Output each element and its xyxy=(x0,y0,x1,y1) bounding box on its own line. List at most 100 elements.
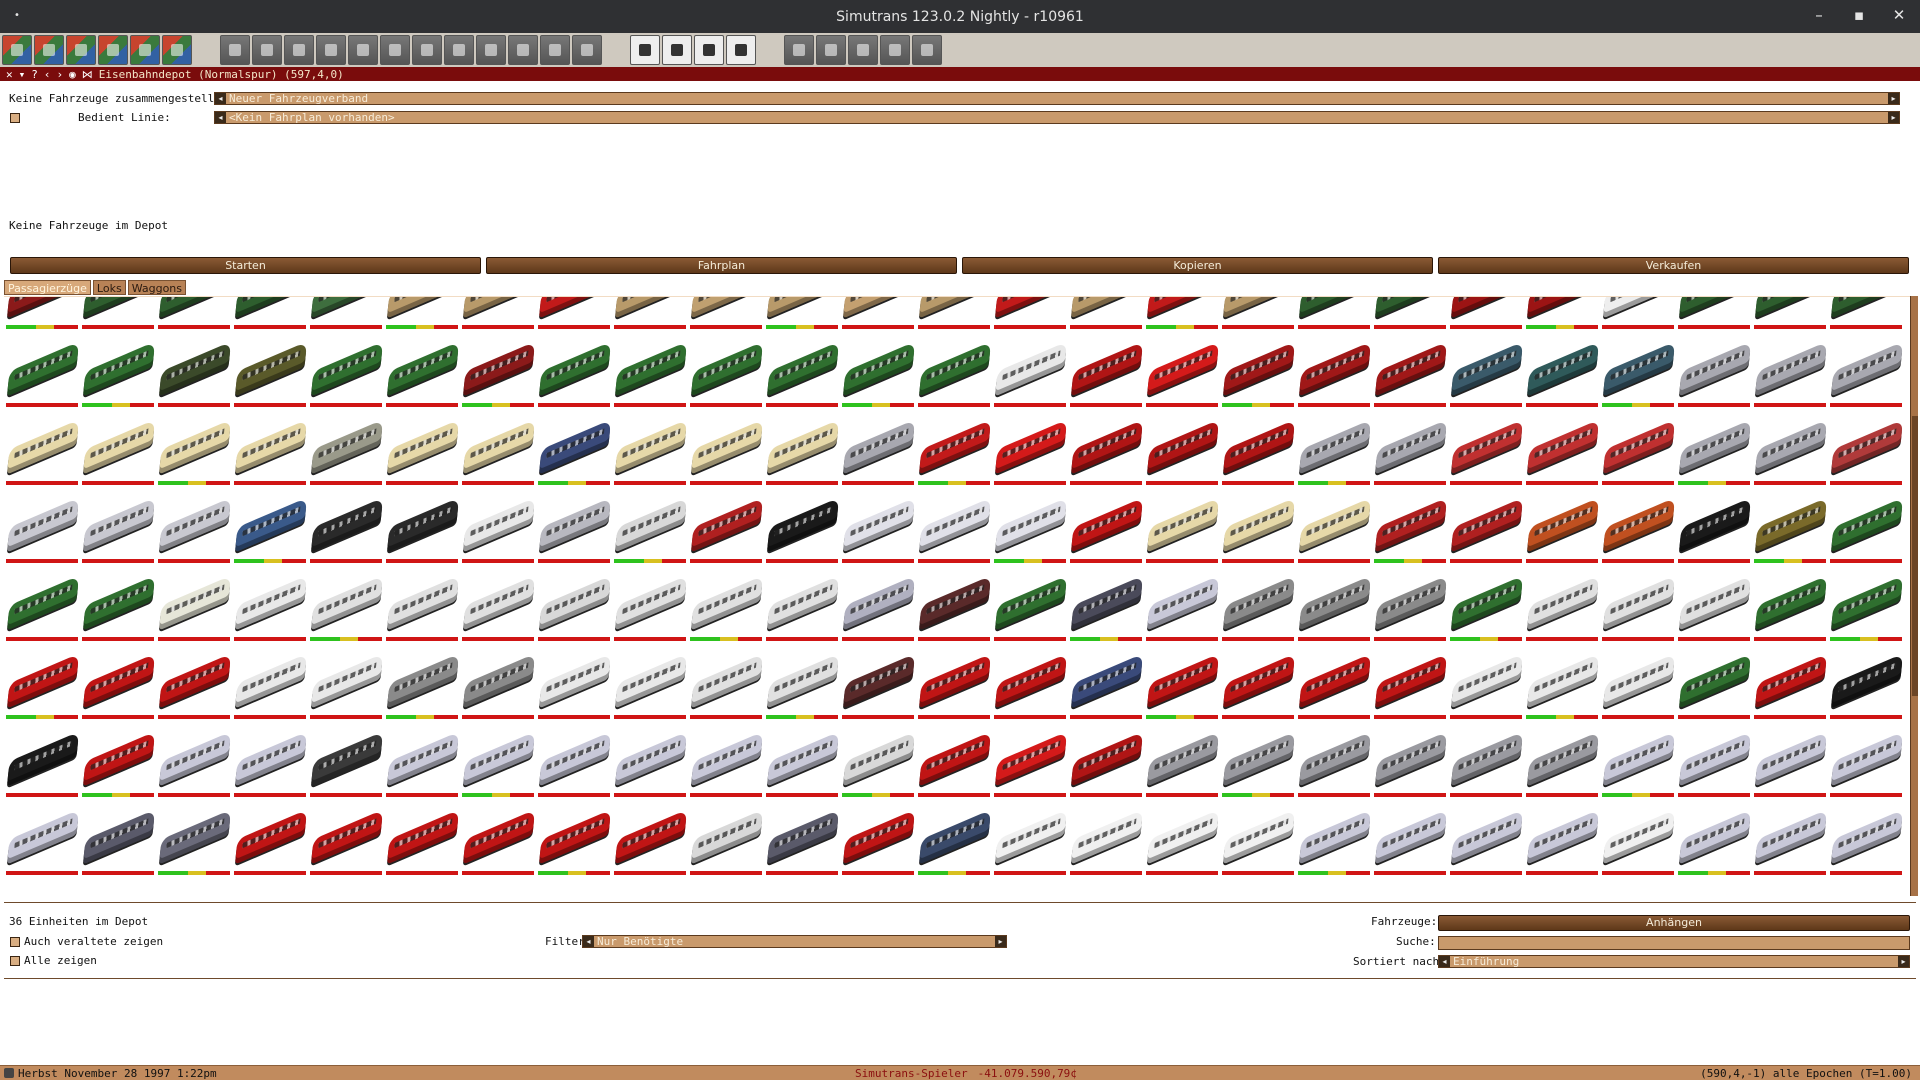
vehicle-item[interactable] xyxy=(1524,493,1600,571)
vehicle-item[interactable] xyxy=(1372,415,1448,493)
vehicle-item[interactable] xyxy=(1068,297,1144,337)
vehicle-item[interactable] xyxy=(1752,727,1828,805)
vehicle-item[interactable] xyxy=(1600,571,1676,649)
vehicle-item[interactable] xyxy=(536,337,612,415)
vehicle-item[interactable] xyxy=(1372,571,1448,649)
chevron-right-icon[interactable]: ▸ xyxy=(1888,112,1899,123)
vehicle-item[interactable] xyxy=(384,493,460,571)
vehicle-item[interactable] xyxy=(992,337,1068,415)
vehicle-item[interactable] xyxy=(1068,571,1144,649)
vehicle-item[interactable] xyxy=(1068,415,1144,493)
vehicle-item[interactable] xyxy=(460,727,536,805)
vehicle-item[interactable] xyxy=(1144,805,1220,883)
vehicle-item[interactable] xyxy=(840,805,916,883)
vehicle-item[interactable] xyxy=(688,805,764,883)
vehicle-item[interactable] xyxy=(1220,493,1296,571)
vehicle-item[interactable] xyxy=(80,493,156,571)
vehicle-item[interactable] xyxy=(156,337,232,415)
sell-button[interactable]: Verkaufen xyxy=(1438,257,1909,274)
vehicle-item[interactable] xyxy=(688,337,764,415)
vehicle-item[interactable] xyxy=(1220,571,1296,649)
vehicle-item[interactable] xyxy=(156,649,232,727)
disk-icon[interactable] xyxy=(98,35,128,65)
fast-forward-icon[interactable] xyxy=(848,35,878,65)
vehicle-item[interactable] xyxy=(4,493,80,571)
vehicle-item[interactable] xyxy=(1144,727,1220,805)
vehicle-item[interactable] xyxy=(1676,649,1752,727)
line-toggle-icon[interactable] xyxy=(10,113,20,123)
vehicle-item[interactable] xyxy=(840,337,916,415)
maximize-button[interactable]: ▪ xyxy=(1848,6,1870,24)
vehicle-item[interactable] xyxy=(992,727,1068,805)
vehicle-item[interactable] xyxy=(156,805,232,883)
vehicle-item[interactable] xyxy=(1372,297,1448,337)
chart-icon[interactable] xyxy=(662,35,692,65)
vehicle-item[interactable] xyxy=(1752,297,1828,337)
vehicle-item[interactable] xyxy=(688,649,764,727)
vehicle-item[interactable] xyxy=(308,493,384,571)
vehicle-item[interactable] xyxy=(916,649,992,727)
tab-wagons[interactable]: Waggons xyxy=(127,280,187,295)
vehicle-item[interactable] xyxy=(232,493,308,571)
vehicle-item[interactable] xyxy=(536,805,612,883)
vehicle-item[interactable] xyxy=(156,727,232,805)
vehicle-item[interactable] xyxy=(764,415,840,493)
vehicle-item[interactable] xyxy=(1448,415,1524,493)
vehicle-item[interactable] xyxy=(1448,571,1524,649)
tram-icon[interactable] xyxy=(348,35,378,65)
depot-icon[interactable] xyxy=(508,35,538,65)
narrowgauge-icon[interactable] xyxy=(476,35,506,65)
vehicle-item[interactable] xyxy=(232,415,308,493)
letter-icon[interactable] xyxy=(694,35,724,65)
vehicle-item[interactable] xyxy=(1524,571,1600,649)
vehicle-item[interactable] xyxy=(992,415,1068,493)
vehicle-item[interactable] xyxy=(764,571,840,649)
train-icon[interactable] xyxy=(316,35,346,65)
vehicle-item[interactable] xyxy=(1828,297,1904,337)
vehicle-item[interactable] xyxy=(536,297,612,337)
vehicle-item[interactable] xyxy=(612,415,688,493)
vehicle-grid-scrollbar[interactable] xyxy=(1910,296,1918,896)
vehicle-item[interactable] xyxy=(1220,297,1296,337)
chevron-right-icon[interactable]: ▸ xyxy=(1898,956,1909,967)
search-input[interactable] xyxy=(1438,936,1910,950)
vehicle-item[interactable] xyxy=(1220,805,1296,883)
vehicle-item[interactable] xyxy=(916,415,992,493)
vehicle-item[interactable] xyxy=(1524,337,1600,415)
eye-icon[interactable]: ◉ xyxy=(69,68,76,81)
chevron-right-icon[interactable]: ▸ xyxy=(995,936,1006,947)
vehicle-item[interactable] xyxy=(1144,493,1220,571)
vehicle-item[interactable] xyxy=(536,493,612,571)
vehicle-item[interactable] xyxy=(1372,337,1448,415)
vehicle-item[interactable] xyxy=(1600,727,1676,805)
vehicle-item[interactable] xyxy=(1524,805,1600,883)
vehicle-item[interactable] xyxy=(232,649,308,727)
vehicle-item[interactable] xyxy=(764,805,840,883)
vehicle-item[interactable] xyxy=(1144,297,1220,337)
monorail-icon[interactable] xyxy=(380,35,410,65)
chevron-left-icon[interactable]: ◂ xyxy=(215,112,226,123)
vehicle-item[interactable] xyxy=(1372,805,1448,883)
vehicle-item[interactable] xyxy=(1828,805,1904,883)
vehicle-item[interactable] xyxy=(612,297,688,337)
vehicle-item[interactable] xyxy=(1676,337,1752,415)
vehicle-item[interactable] xyxy=(536,571,612,649)
vehicle-item[interactable] xyxy=(612,805,688,883)
info-icon[interactable] xyxy=(880,35,910,65)
vehicle-item[interactable] xyxy=(612,727,688,805)
list-icon[interactable] xyxy=(630,35,660,65)
prev-icon[interactable]: ‹ xyxy=(44,68,51,81)
vehicle-item[interactable] xyxy=(308,805,384,883)
vehicle-item[interactable] xyxy=(1220,415,1296,493)
vehicle-item[interactable] xyxy=(308,337,384,415)
load-icon[interactable] xyxy=(66,35,96,65)
schedule-button[interactable]: Fahrplan xyxy=(486,257,957,274)
vehicle-item[interactable] xyxy=(1752,649,1828,727)
ship-icon[interactable] xyxy=(284,35,314,65)
vehicle-item[interactable] xyxy=(1448,649,1524,727)
vehicle-item[interactable] xyxy=(1600,297,1676,337)
vehicle-item[interactable] xyxy=(1524,649,1600,727)
vehicle-item[interactable] xyxy=(1676,297,1752,337)
chevron-left-icon[interactable]: ◂ xyxy=(215,93,226,104)
vehicle-item[interactable] xyxy=(308,297,384,337)
